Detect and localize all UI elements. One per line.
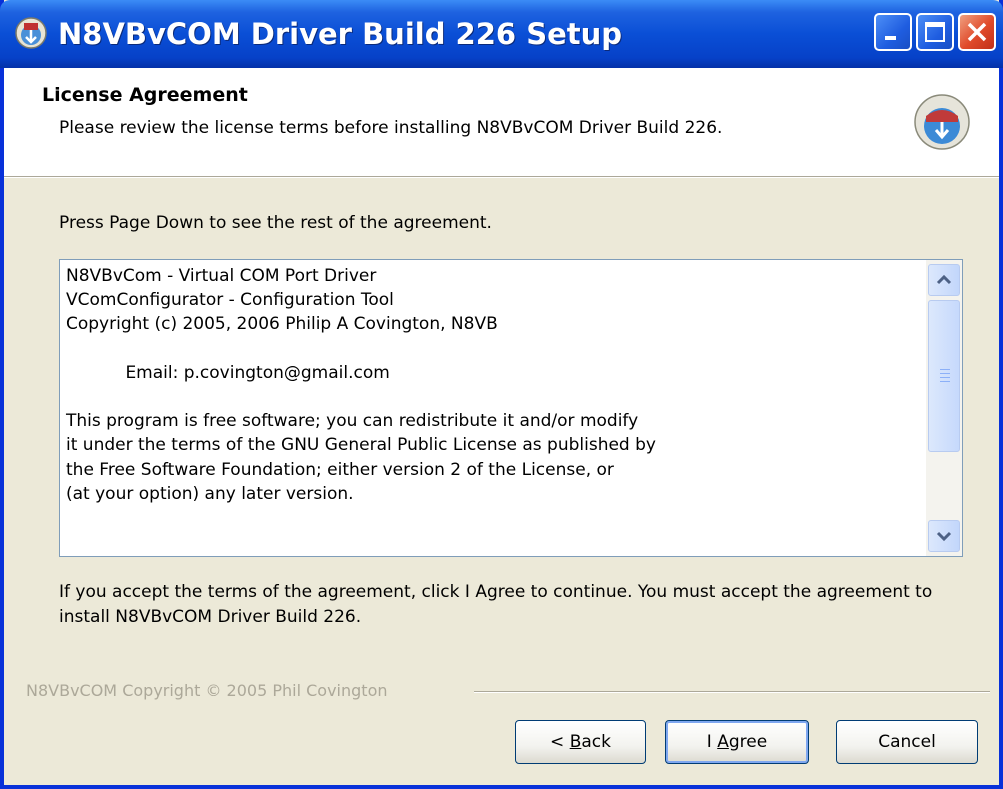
close-button[interactable] <box>958 13 996 51</box>
back-button[interactable]: < Back <box>515 720 646 764</box>
setup-window: N8VBvCOM Driver Build 226 Setup License … <box>0 0 1003 789</box>
back-button-prefix: < <box>550 732 570 752</box>
agree-button-prefix: I <box>706 732 718 752</box>
branding-divider <box>474 691 990 693</box>
scroll-down-button[interactable] <box>928 520 960 552</box>
chevron-up-icon <box>936 274 952 285</box>
back-button-accel: B <box>569 732 582 752</box>
agree-button-accel: A <box>717 732 729 752</box>
cancel-button[interactable]: Cancel <box>836 720 978 764</box>
page-subtitle: Please review the license terms before i… <box>59 118 723 138</box>
license-text[interactable]: N8VBvCom - Virtual COM Port Driver VComC… <box>66 264 916 506</box>
title-bar[interactable]: N8VBvCOM Driver Build 226 Setup <box>0 0 1003 68</box>
close-icon <box>967 22 987 42</box>
back-button-suffix: ack <box>581 732 611 752</box>
minimize-icon <box>885 36 896 40</box>
vertical-scrollbar[interactable] <box>926 260 962 556</box>
i-agree-button[interactable]: I Agree <box>665 720 809 764</box>
installer-icon <box>15 17 47 49</box>
header-divider <box>4 177 999 178</box>
agree-button-suffix: gree <box>728 732 768 752</box>
minimize-button[interactable] <box>874 13 912 51</box>
scroll-up-button[interactable] <box>928 264 960 296</box>
branding-text: N8VBvCOM Copyright © 2005 Phil Covington <box>26 681 388 700</box>
accept-instructions: If you accept the terms of the agreement… <box>59 582 933 627</box>
installer-logo-icon <box>914 94 970 150</box>
page-title: License Agreement <box>42 84 248 106</box>
maximize-button[interactable] <box>916 13 954 51</box>
chevron-down-icon <box>936 531 952 542</box>
license-textbox[interactable]: N8VBvCom - Virtual COM Port Driver VComC… <box>59 259 963 557</box>
window-title: N8VBvCOM Driver Build 226 Setup <box>58 17 623 51</box>
instruction-text: Press Page Down to see the rest of the a… <box>59 213 492 233</box>
scroll-thumb[interactable] <box>928 300 960 452</box>
maximize-icon <box>925 22 945 42</box>
